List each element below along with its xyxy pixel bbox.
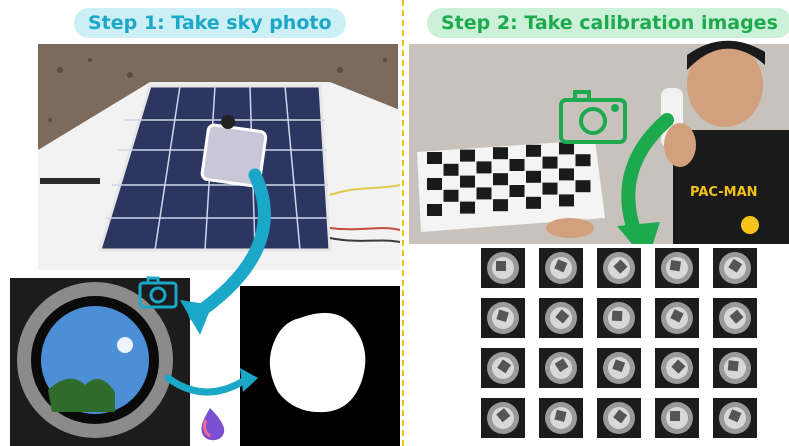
svg-text:PAC-MAN: PAC-MAN [690,185,758,200]
sun [117,337,133,353]
calibration-thumbnail [539,348,583,388]
calibration-thumbnail [713,248,757,288]
calibration-thumbnail [597,298,641,338]
panel-divider [402,0,404,446]
calibration-thumbnail [597,348,641,388]
calibration-thumbnail [655,398,699,438]
calibration-thumbnail [481,398,525,438]
calibration-thumbnail [481,248,525,288]
hand [546,218,594,238]
calibration-thumbnail [539,398,583,438]
mask-shape [269,312,366,413]
cable-strip [40,178,100,184]
calibration-thumbnail [481,348,525,388]
phone-lens [221,115,235,129]
step1-illustration [10,44,400,446]
calibration-thumbnail [713,298,757,338]
step1-title: Step 1: Take sky photo [74,8,346,38]
calibration-thumbnail [481,298,525,338]
calibration-thumbnail [655,298,699,338]
calibration-thumbnail [539,248,583,288]
checkerboard [417,140,605,232]
step1-panel: Step 1: Take sky photo [0,0,400,446]
calibration-thumbnail [597,248,641,288]
calibration-thumbnail [713,348,757,388]
calibration-thumbnail [597,398,641,438]
calibration-thumbnail [539,298,583,338]
step2-panel: PAC-MAN Step 2: Take calibration images [405,0,789,446]
calibration-thumbnail [655,348,699,388]
step2-title: Step 2: Take calibration images [427,8,789,38]
calibration-thumbnail [713,398,757,438]
step2-illustration: PAC-MAN [409,40,789,446]
calibration-thumbnail [655,248,699,288]
trees [48,378,115,412]
